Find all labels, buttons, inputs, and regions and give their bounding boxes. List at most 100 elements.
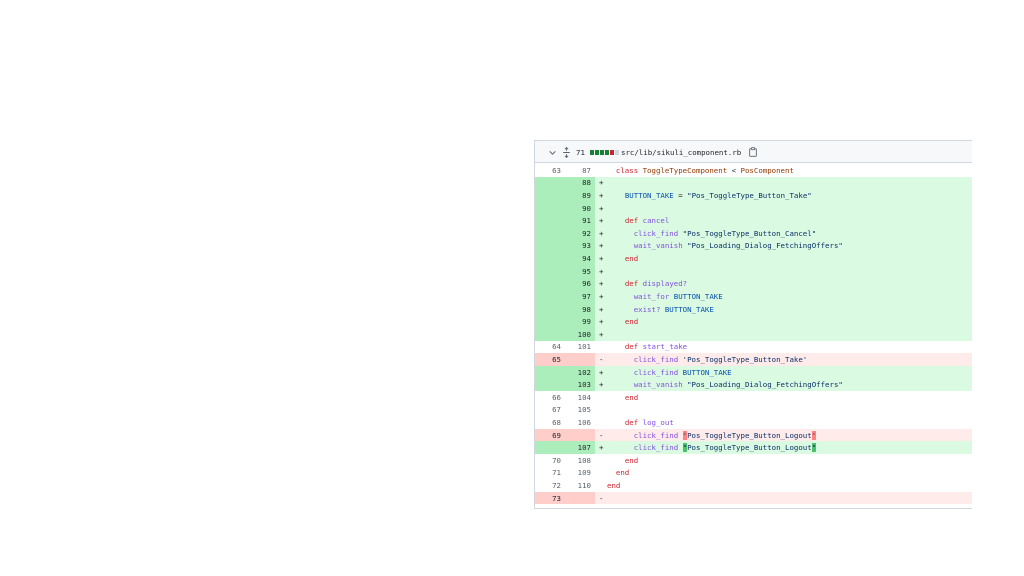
- code-text: click_find 'Pos_ToggleType_Button_Take': [607, 354, 808, 364]
- code-token: =: [673, 191, 688, 201]
- old-line-number[interactable]: [535, 252, 565, 265]
- code-text: click_find 'Pos_ToggleType_Button_Logout…: [607, 430, 817, 440]
- old-line-number[interactable]: [535, 239, 565, 253]
- diff-line-ctx: 63 87 class ToggleTypeComponent < PosComp…: [535, 164, 972, 177]
- old-line-number[interactable]: [535, 441, 565, 455]
- diff-marker: +: [599, 216, 604, 226]
- diff-marker: +: [599, 291, 604, 301]
- old-line-number[interactable]: 67: [535, 404, 565, 417]
- old-line-number[interactable]: 63: [535, 164, 565, 177]
- old-line-number[interactable]: 71: [535, 467, 565, 480]
- diff-line-ctx: 71 109 end: [535, 467, 972, 480]
- diffstat-block: [610, 149, 614, 155]
- old-line-number[interactable]: 69: [535, 428, 565, 442]
- diff-line-del: 65 - click_find 'Pos_ToggleType_Button_Ta…: [535, 353, 972, 366]
- new-line-number[interactable]: 92: [565, 227, 595, 240]
- old-line-number[interactable]: 65: [535, 353, 565, 366]
- diff-line-add: 97 + wait_for BUTTON_TAKE: [535, 290, 972, 303]
- diff-line-ctx: 70 108 end: [535, 454, 972, 467]
- new-line-number[interactable]: 100: [565, 327, 595, 341]
- old-line-number[interactable]: 73: [535, 491, 565, 505]
- code-text: def log_out: [607, 418, 674, 427]
- new-line-number[interactable]: 95: [565, 264, 595, 278]
- old-line-number[interactable]: [535, 290, 565, 303]
- code-token: click_find: [633, 228, 679, 238]
- new-line-number[interactable]: 89: [565, 189, 595, 202]
- diff-marker: +: [599, 304, 604, 314]
- unfold-icon[interactable]: [561, 141, 571, 163]
- new-line-number[interactable]: 107: [565, 441, 595, 455]
- diff-line-ctx: 64 101 def start_take: [535, 341, 972, 354]
- old-line-number[interactable]: [535, 315, 565, 328]
- old-line-number[interactable]: [535, 378, 565, 391]
- old-line-number[interactable]: [535, 201, 565, 215]
- new-line-number[interactable]: 87: [565, 164, 595, 177]
- code-token: ToggleTypeComponent: [642, 165, 728, 175]
- new-line-number[interactable]: 108: [565, 454, 595, 467]
- old-line-number[interactable]: [535, 227, 565, 240]
- old-line-number[interactable]: [535, 277, 565, 291]
- old-line-number[interactable]: [535, 302, 565, 316]
- new-line-number[interactable]: 93: [565, 239, 595, 253]
- old-line-number[interactable]: 66: [535, 391, 565, 404]
- new-line-number[interactable]: 103: [565, 378, 595, 391]
- new-line-number[interactable]: [565, 428, 595, 442]
- old-line-number[interactable]: [535, 365, 565, 379]
- new-line-number[interactable]: 90: [565, 201, 595, 215]
- diff-line-ctx: 68 106 def log_out: [535, 416, 972, 429]
- new-line-number[interactable]: 110: [565, 479, 595, 492]
- code-token: end: [624, 254, 639, 264]
- clipboard-icon[interactable]: [748, 141, 758, 163]
- code-text: click_find "Pos_ToggleType_Button_Cancel…: [607, 229, 816, 238]
- code-token: end: [624, 317, 639, 327]
- diff-marker: +: [599, 380, 604, 390]
- old-line-number[interactable]: [535, 327, 565, 341]
- new-line-number[interactable]: [565, 353, 595, 366]
- old-line-number[interactable]: 72: [535, 479, 565, 492]
- new-line-number[interactable]: 104: [565, 391, 595, 404]
- code-token: class: [615, 165, 639, 175]
- new-line-number[interactable]: 102: [565, 365, 595, 379]
- code-text: end: [607, 317, 638, 326]
- code-token: wait_vanish: [633, 241, 683, 251]
- new-line-number[interactable]: 88: [565, 176, 595, 190]
- code-token: cancel: [642, 216, 670, 226]
- code-token: wait_vanish: [633, 380, 683, 390]
- new-line-number[interactable]: 96: [565, 277, 595, 291]
- new-line-number[interactable]: 91: [565, 214, 595, 228]
- diff-marker: +: [599, 329, 604, 339]
- new-line-number[interactable]: 105: [565, 404, 595, 417]
- diff-marker: +: [599, 367, 604, 377]
- old-line-number[interactable]: [535, 189, 565, 202]
- code-token: displayed?: [642, 279, 688, 289]
- diffstat-block: [595, 149, 599, 155]
- old-line-number[interactable]: 70: [535, 454, 565, 467]
- old-line-number[interactable]: 64: [535, 341, 565, 354]
- old-line-number[interactable]: [535, 264, 565, 278]
- new-line-number[interactable]: [565, 491, 595, 505]
- old-line-number[interactable]: 68: [535, 416, 565, 429]
- code-text: click_find BUTTON_TAKE: [607, 368, 732, 377]
- new-line-number[interactable]: 94: [565, 252, 595, 265]
- new-line-number[interactable]: 99: [565, 315, 595, 328]
- diff-marker: +: [599, 317, 604, 327]
- new-line-number[interactable]: 101: [565, 341, 595, 354]
- new-line-number[interactable]: 109: [565, 467, 595, 480]
- code-token: <: [727, 165, 741, 175]
- new-line-number[interactable]: 97: [565, 290, 595, 303]
- old-line-number[interactable]: [535, 176, 565, 190]
- code-token: click_find: [633, 354, 679, 364]
- new-line-number[interactable]: 98: [565, 302, 595, 316]
- code-text: def displayed?: [607, 279, 687, 288]
- code-text: end: [607, 254, 638, 263]
- file-name-link[interactable]: src/lib/sikuli_component.rb: [621, 141, 741, 163]
- chevron-down-icon[interactable]: [547, 141, 557, 163]
- code-token: "Pos_ToggleType_Button_Cancel": [682, 228, 817, 238]
- old-line-number[interactable]: [535, 214, 565, 228]
- new-line-number[interactable]: 106: [565, 416, 595, 429]
